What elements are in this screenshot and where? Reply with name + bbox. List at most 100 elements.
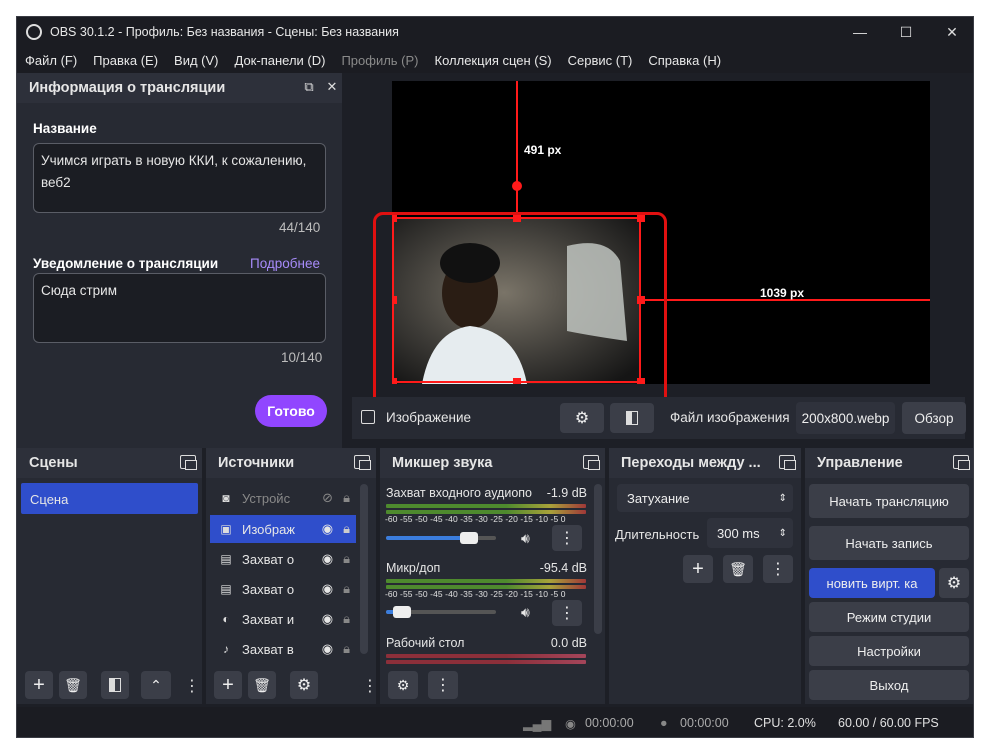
source-item[interactable]: ♪ Захват в ◉ 🔒︎ [210, 635, 356, 663]
stream-info-dock: Информация о трансляции ⧉ ✕ Название Учи… [17, 73, 342, 448]
menu-docks[interactable]: Док-панели (D) [235, 53, 326, 68]
spin-icon[interactable]: ⇕ [779, 528, 787, 539]
duration-value: 300 ms [717, 525, 760, 541]
transitions-title-text: Переходы между ... [621, 455, 761, 471]
speaker-icon[interactable]: 🔊︎ [521, 604, 530, 621]
volume-slider[interactable] [386, 536, 496, 540]
undock-icon[interactable] [354, 455, 371, 470]
menu-bar: Файл (F) Правка (E) Вид (V) Док-панели (… [17, 47, 973, 73]
delete-scene-button[interactable]: 🗑 [59, 671, 87, 699]
exit-button[interactable]: Выход [809, 670, 969, 700]
scene-item[interactable]: Сцена [21, 483, 198, 514]
channel-menu-button[interactable]: ⋮ [552, 600, 582, 626]
meter-scale: -60 -55 -50 -45 -40 -35 -30 -25 -20 -15 … [385, 514, 566, 524]
volume-knob[interactable] [459, 532, 478, 544]
eye-icon[interactable]: ◉ [322, 611, 333, 627]
mixer-panel: Микшер звука Захват входного аудиопо -1.… [380, 448, 605, 704]
sources-panel: Источники ◙ Устройс ⊘ 🔒︎ ▣ Изображ ◉ 🔒︎ ▤ Захва… [206, 448, 378, 704]
add-source-button[interactable]: + [214, 671, 242, 699]
stream-title-input[interactable]: Учимся играть в новую ККИ, к сожалению, … [33, 143, 326, 213]
menu-scene-collection[interactable]: Коллекция сцен (S) [435, 53, 552, 68]
menu-tools[interactable]: Сервис (T) [568, 53, 633, 68]
filters-button[interactable] [610, 403, 654, 433]
speaker-icon[interactable]: 🔊︎ [521, 530, 530, 547]
lock-icon[interactable]: 🔒︎ [343, 521, 350, 537]
close-button[interactable]: ✕ [929, 17, 973, 47]
add-scene-button[interactable]: + [25, 671, 53, 699]
browse-button[interactable]: Обзор [902, 402, 966, 434]
start-recording-button[interactable]: Начать запись [809, 526, 969, 560]
lock-icon[interactable]: 🔒︎ [343, 641, 350, 657]
lock-icon[interactable]: 🔒︎ [343, 551, 350, 567]
lock-icon[interactable]: 🔒︎ [343, 581, 350, 597]
start-streaming-button[interactable]: Начать трансляцию [809, 484, 969, 518]
transitions-panel: Переходы между ... Затухание ⇕ Длительнос… [609, 448, 801, 704]
more-icon[interactable]: ⋮ [362, 676, 378, 696]
duration-input[interactable]: 300 ms ⇕ [707, 518, 793, 548]
source-item[interactable]: ▤ Захват о ◉ 🔒︎ [210, 545, 356, 573]
scrollbar[interactable] [360, 484, 368, 654]
menu-edit[interactable]: Правка (E) [93, 53, 158, 68]
notification-input[interactable]: Сюда стрим [33, 273, 326, 343]
right-distance-label: 1039 px [760, 286, 805, 300]
eye-icon[interactable]: ◉ [322, 521, 333, 537]
scrollbar[interactable] [594, 484, 602, 634]
controls-panel: Управление Начать трансляцию Начать запи… [805, 448, 973, 704]
minimize-button[interactable]: — [837, 17, 883, 47]
eye-icon[interactable]: ◉ [322, 581, 333, 597]
eye-icon[interactable]: ◉ [322, 641, 333, 657]
menu-profile[interactable]: Профиль (P) [341, 53, 418, 68]
move-up-button[interactable]: ⌃ [141, 671, 171, 699]
transition-menu-button[interactable]: ⋮ [763, 555, 793, 583]
window-icon: ▤ [220, 552, 232, 566]
scene-filters-button[interactable] [101, 671, 129, 699]
audio-settings-button[interactable]: ⚙ [388, 671, 418, 699]
more-icon[interactable]: ⋮ [184, 676, 200, 696]
virtual-camera-button[interactable]: новить вирт. ка [809, 568, 935, 598]
transition-select[interactable]: Затухание ⇕ [617, 484, 793, 512]
source-item-selected[interactable]: ▣ Изображ ◉ 🔒︎ [210, 515, 356, 543]
close-dock-button[interactable]: ✕ [323, 79, 341, 97]
volume-knob[interactable] [393, 606, 412, 618]
menu-file[interactable]: Файл (F) [25, 53, 77, 68]
channel-menu-button[interactable]: ⋮ [552, 525, 582, 551]
maximize-button[interactable]: ☐ [883, 17, 929, 47]
channel-name: Рабочий стол [386, 636, 465, 650]
mixer-menu-button[interactable]: ⋮ [428, 671, 458, 699]
channel-db: 0.0 dB [550, 636, 587, 650]
eye-hidden-icon[interactable]: ⊘ [322, 490, 333, 506]
lock-icon[interactable]: 🔒︎ [343, 611, 350, 627]
undock-icon[interactable] [180, 455, 197, 470]
channel-db: -1.9 dB [546, 486, 587, 500]
eye-icon[interactable]: ◉ [322, 551, 333, 567]
level-meter [386, 579, 586, 583]
properties-gear-button[interactable]: ⚙ [560, 403, 604, 433]
window-icon: ▤ [220, 582, 232, 596]
name-label: Название [33, 121, 97, 136]
menu-help[interactable]: Справка (H) [648, 53, 721, 68]
delete-source-button[interactable]: 🗑 [248, 671, 276, 699]
add-transition-button[interactable]: + [683, 555, 713, 583]
settings-button[interactable]: Настройки [809, 636, 969, 666]
source-label: Изображ [242, 521, 295, 537]
source-item[interactable]: ◐ Захват и ◉ 🔒︎ [210, 605, 356, 633]
learn-more-link[interactable]: Подробнее [250, 256, 320, 271]
done-button[interactable]: Готово [255, 395, 327, 427]
undock-icon[interactable]: ⧉ [300, 79, 318, 97]
menu-view[interactable]: Вид (V) [174, 53, 218, 68]
meter-scale: -60 -55 -50 -45 -40 -35 -30 -25 -20 -15 … [385, 589, 566, 599]
notify-label: Уведомление о трансляции [33, 256, 219, 271]
undock-icon[interactable] [583, 455, 600, 470]
status-bar: ▂▄▆ ◉ 00:00:00 ● 00:00:00 CPU: 2.0% 60.0… [17, 707, 973, 737]
source-item[interactable]: ◙ Устройс ⊘ 🔒︎ [210, 484, 356, 512]
scenes-panel: Сцены Сцена + 🗑 ⌃ ⋮ [17, 448, 202, 704]
lock-icon[interactable]: 🔒︎ [343, 490, 350, 506]
undock-icon[interactable] [953, 455, 970, 470]
virtual-camera-settings-button[interactable]: ⚙ [939, 568, 969, 598]
delete-transition-button[interactable]: 🗑 [723, 555, 753, 583]
source-properties-button[interactable]: ⚙ [290, 671, 318, 699]
fps-counter: 60.00 / 60.00 FPS [838, 716, 939, 730]
source-item[interactable]: ▤ Захват о ◉ 🔒︎ [210, 575, 356, 603]
undock-icon[interactable] [779, 455, 796, 470]
studio-mode-button[interactable]: Режим студии [809, 602, 969, 632]
